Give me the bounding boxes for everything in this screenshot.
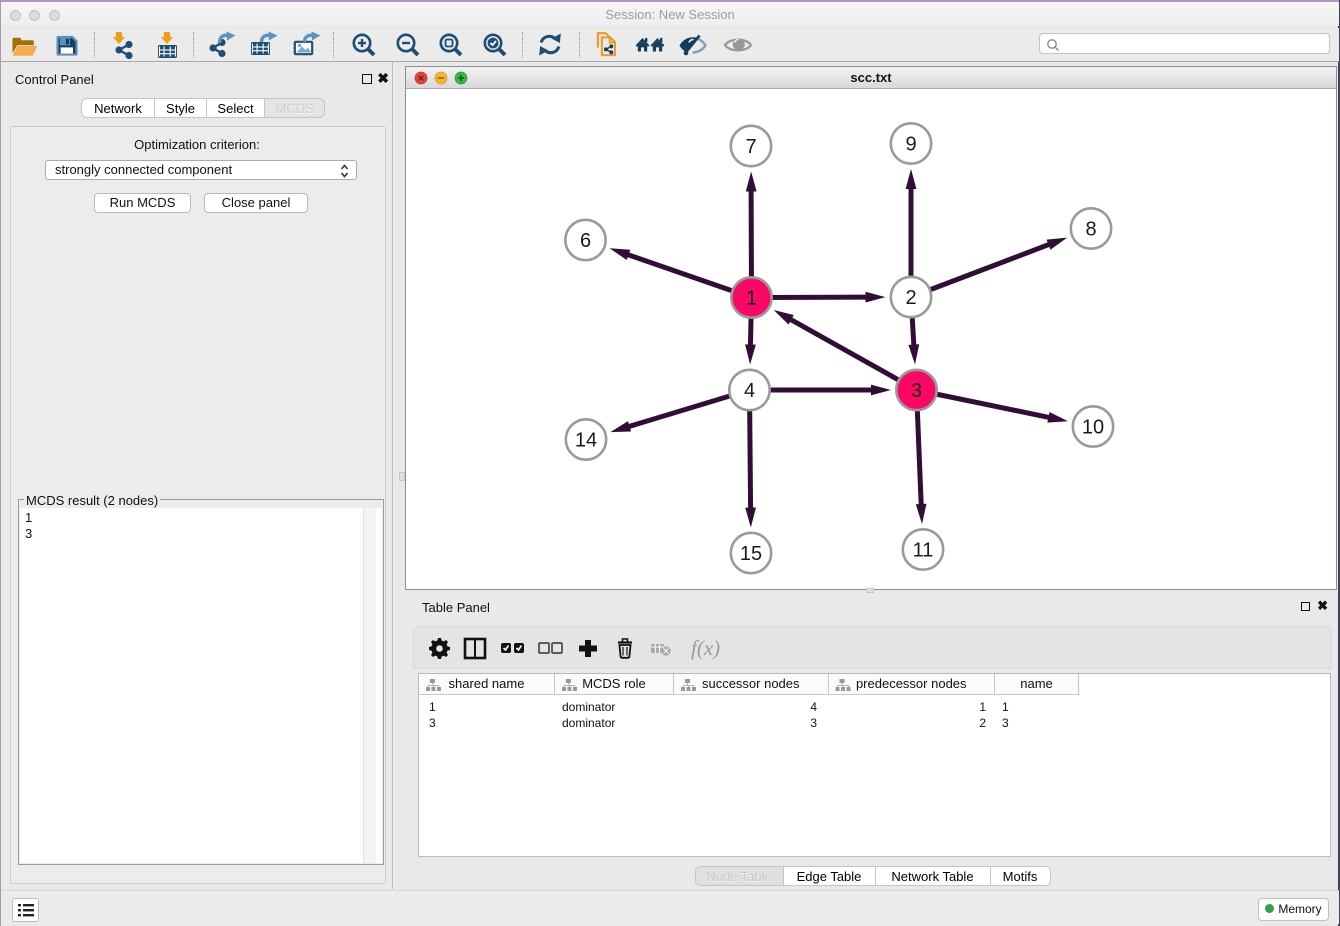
svg-text:15: 15 — [740, 543, 762, 565]
svg-text:2: 2 — [905, 287, 916, 309]
svg-text:f(x): f(x) — [691, 636, 720, 660]
svg-text:9: 9 — [905, 134, 916, 156]
svg-text:8: 8 — [1085, 219, 1096, 241]
svg-text:4: 4 — [744, 380, 755, 402]
svg-text:10: 10 — [1082, 417, 1104, 439]
svg-text:1: 1 — [746, 288, 757, 310]
svg-text:6: 6 — [580, 230, 591, 252]
svg-text:11: 11 — [913, 540, 934, 562]
svg-text:3: 3 — [911, 380, 922, 402]
svg-text:7: 7 — [745, 136, 756, 158]
svg-text:14: 14 — [575, 430, 597, 452]
